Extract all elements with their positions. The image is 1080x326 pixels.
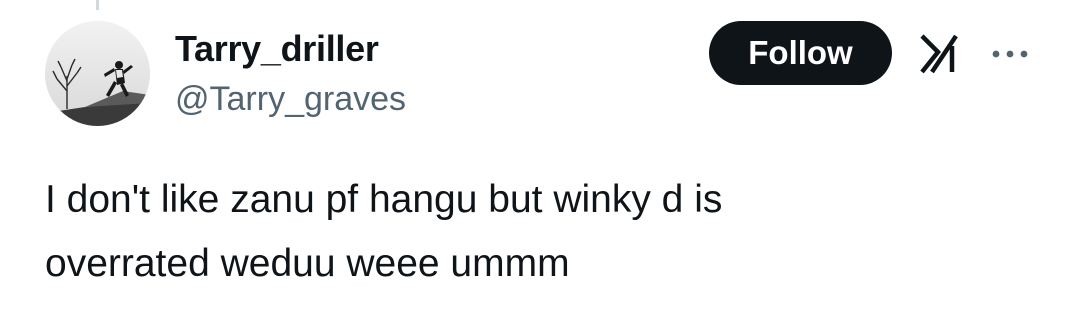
display-name[interactable]: Tarry_driller	[175, 28, 379, 70]
more-options-icon[interactable]	[990, 47, 1030, 59]
grok-icon[interactable]	[918, 32, 962, 76]
tweet-text: I don't like zanu pf hangu but winky d i…	[45, 178, 723, 285]
avatar[interactable]	[45, 21, 150, 126]
follow-button[interactable]: Follow	[709, 21, 892, 85]
avatar-image	[45, 21, 150, 126]
thread-connector-line	[96, 0, 99, 10]
user-handle[interactable]: @Tarry_graves	[175, 80, 406, 119]
